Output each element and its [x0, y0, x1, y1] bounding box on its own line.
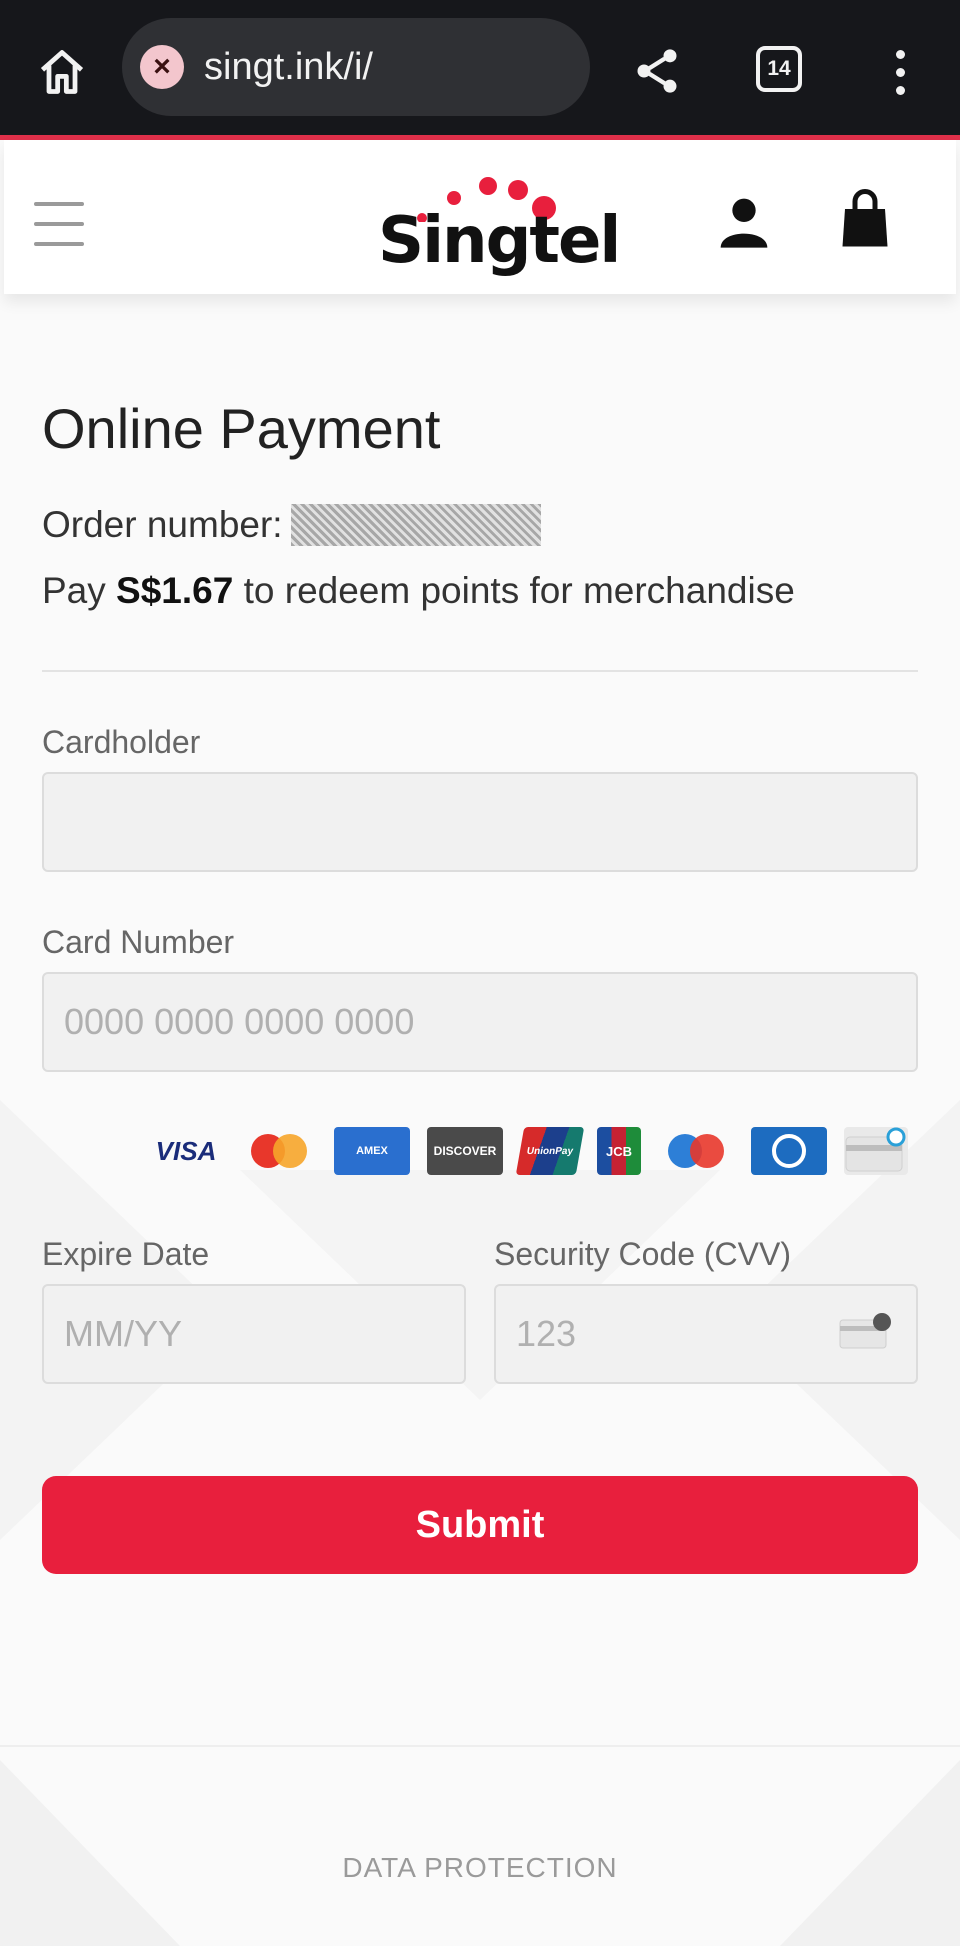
share-icon [637, 49, 677, 93]
diners-club-icon [751, 1127, 827, 1175]
overflow-menu-button[interactable] [880, 40, 920, 104]
jcb-icon: JCB [597, 1127, 641, 1175]
expire-date-input[interactable] [42, 1284, 466, 1384]
user-icon [720, 198, 768, 248]
maestro-icon [658, 1127, 734, 1175]
shopping-bag-button[interactable] [840, 188, 890, 250]
account-button[interactable] [716, 192, 772, 252]
payment-summary: Pay S$1.67 to redeem points for merchand… [42, 570, 795, 612]
unionpay-icon: UnionPay [515, 1127, 585, 1175]
submit-button[interactable]: Submit [42, 1476, 918, 1574]
card-brand-logos: VISA AMEX DISCOVER UnionPay JCB [148, 1126, 918, 1176]
singtel-logo[interactable]: Singtel [378, 162, 621, 282]
divider [42, 670, 918, 672]
data-protection-link[interactable]: DATA PROTECTION [0, 1852, 960, 1884]
amex-icon: AMEX [334, 1127, 410, 1175]
menu-dot-icon [895, 85, 905, 95]
footer-divider [0, 1745, 960, 1747]
shopping-bag-icon [842, 189, 888, 247]
visa-icon: VISA [155, 1135, 217, 1166]
cvv-label: Security Code (CVV) [494, 1236, 791, 1272]
logo-text: Singtel [378, 204, 621, 278]
order-number-redacted [290, 504, 541, 546]
browser-toolbar: × singt.ink/i/ 14 [0, 0, 960, 140]
home-icon [40, 50, 84, 94]
order-number-label: Order number: [42, 504, 283, 545]
cardholder-label: Cardholder [42, 724, 201, 760]
menu-dot-icon [895, 49, 905, 59]
tab-switcher-button[interactable]: 14 [756, 46, 802, 92]
expire-date-label: Expire Date [42, 1236, 210, 1272]
site-warning-icon[interactable]: × [140, 45, 184, 89]
hamburger-menu-icon[interactable] [34, 202, 84, 246]
pay-prefix: Pay [42, 570, 117, 611]
pay-suffix: to redeem points for merchandise [233, 570, 795, 611]
menu-dot-icon [895, 67, 905, 77]
url-text: singt.ink/i/ [204, 45, 373, 88]
card-number-label: Card Number [42, 924, 235, 960]
page-title: Online Payment [42, 397, 441, 460]
site-header: Singtel [4, 140, 956, 294]
cardholder-input[interactable] [42, 772, 918, 872]
pay-amount: S$1.67 [116, 570, 234, 611]
address-bar[interactable]: × singt.ink/i/ [122, 18, 590, 116]
cvv-card-icon [839, 1313, 891, 1349]
card-number-input[interactable] [42, 972, 918, 1072]
home-button[interactable] [30, 40, 94, 104]
share-button[interactable] [624, 38, 690, 104]
order-number-row: Order number: [42, 504, 541, 546]
discover-icon: DISCOVER [427, 1127, 503, 1175]
mastercard-icon [241, 1127, 317, 1175]
generic-card-icon [844, 1127, 908, 1175]
